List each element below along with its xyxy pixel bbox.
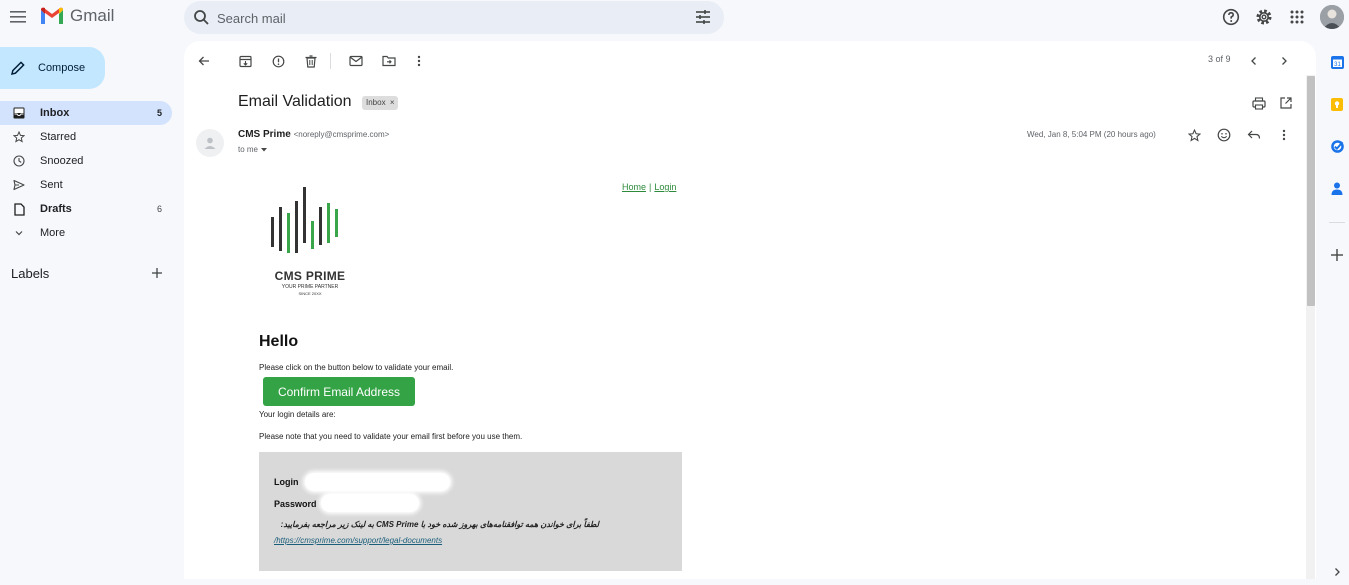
search-icon[interactable]: [193, 9, 210, 26]
pagination-count: 3 of 9: [1208, 54, 1231, 64]
labels-heading: Labels: [11, 266, 50, 281]
login-details-text: Your login details are:: [259, 410, 336, 419]
message-pane: 3 of 9 Email Validation Inbox × CMS Prim…: [184, 41, 1316, 579]
back-arrow-icon[interactable]: [194, 51, 214, 71]
keep-notes-icon[interactable]: [1328, 95, 1346, 113]
delete-trash-icon[interactable]: [301, 51, 321, 71]
expand-panel-chevron-icon[interactable]: [1328, 563, 1346, 581]
logo-wordmark: CMS PRIME: [274, 269, 346, 283]
redacted-login-value: [305, 473, 450, 491]
side-panel-divider: [1329, 222, 1345, 223]
more-options-vertical-icon[interactable]: [409, 51, 429, 71]
account-avatar[interactable]: [1320, 5, 1344, 29]
legal-notice-text: لطفاً برای خواندن همه توافقنامه‌های بهرو…: [280, 520, 599, 529]
email-subject: Email Validation: [238, 93, 352, 110]
compose-label: Compose: [38, 62, 86, 74]
credentials-box: Login Password لطفاً برای خواندن همه توا…: [259, 452, 682, 571]
mark-unread-icon[interactable]: [346, 51, 366, 71]
confirm-email-button[interactable]: Confirm Email Address: [263, 377, 415, 406]
next-chevron-icon[interactable]: [1274, 51, 1294, 71]
nav-item-more[interactable]: More: [0, 221, 172, 245]
nav-item-drafts[interactable]: Drafts 6: [0, 197, 172, 221]
gmail-brand-text: Gmail: [70, 6, 115, 25]
report-spam-icon[interactable]: [268, 51, 288, 71]
nav-item-inbox[interactable]: Inbox 5: [0, 101, 172, 125]
sender-info: CMS Prime <noreply@cmsprime.com>: [238, 129, 389, 140]
nav-label: More: [40, 227, 66, 239]
remove-tag-x-icon[interactable]: ×: [390, 98, 395, 107]
logo-tagline: YOUR PRIME PARTNER: [281, 284, 339, 290]
settings-gear-icon[interactable]: [1252, 5, 1276, 29]
previous-chevron-icon[interactable]: [1244, 51, 1264, 71]
nav-label: Snoozed: [40, 155, 84, 167]
toolbar-divider: [330, 53, 331, 69]
nav-item-sent[interactable]: Sent: [0, 173, 172, 197]
nav-label: Sent: [40, 179, 63, 191]
send-icon: [12, 179, 26, 191]
inbox-icon: [12, 107, 26, 119]
sender-name[interactable]: CMS Prime: [238, 129, 291, 140]
apps-grid-icon[interactable]: [1285, 5, 1309, 29]
nav-label: Inbox: [40, 107, 70, 119]
star-message-icon[interactable]: [1186, 127, 1202, 143]
email-login-link[interactable]: Login: [654, 182, 676, 192]
sender-address: <noreply@cmsprime.com>: [293, 130, 390, 139]
emoji-reaction-icon[interactable]: [1216, 127, 1232, 143]
print-icon[interactable]: [1250, 94, 1268, 112]
email-nav-links: Home | Login: [622, 182, 676, 192]
nav-label: Starred: [40, 131, 77, 143]
nav-item-snoozed[interactable]: Snoozed: [0, 149, 172, 173]
recipient-text: to me: [238, 145, 259, 154]
compose-button[interactable]: Compose: [0, 47, 105, 89]
recipient-details[interactable]: to me: [238, 145, 268, 154]
star-icon: [12, 131, 26, 143]
validation-note-text: Please note that you need to validate yo…: [259, 432, 523, 441]
inbox-label-tag[interactable]: Inbox ×: [362, 96, 399, 110]
logo-since: SINCE 20XX: [298, 291, 322, 296]
nav-count: 5: [156, 108, 162, 118]
search-options-icon[interactable]: [694, 8, 712, 26]
email-home-link[interactable]: Home: [622, 182, 646, 192]
sender-avatar[interactable]: [196, 129, 224, 157]
nav-separator: |: [649, 182, 652, 192]
help-icon[interactable]: [1219, 5, 1243, 29]
reply-arrow-icon[interactable]: [1246, 127, 1262, 143]
email-date: Wed, Jan 8, 5:04 PM (20 hours ago): [1027, 130, 1156, 139]
svg-text:31: 31: [1334, 62, 1341, 68]
move-to-folder-icon[interactable]: [379, 51, 399, 71]
calendar-icon[interactable]: 31: [1328, 53, 1346, 71]
cms-prime-logo: CMS PRIME YOUR PRIME PARTNER SINCE 20XX: [268, 185, 352, 299]
tasks-icon[interactable]: [1328, 137, 1346, 155]
nav-item-starred[interactable]: Starred: [0, 125, 172, 149]
main-menu-icon[interactable]: [7, 5, 31, 29]
contacts-icon[interactable]: [1328, 179, 1346, 197]
redacted-password-value: [321, 494, 419, 512]
add-label-plus-icon[interactable]: [150, 266, 164, 280]
login-label: Login: [274, 477, 299, 487]
gmail-m-icon: [41, 7, 63, 24]
greeting-heading: Hello: [259, 333, 299, 350]
gmail-logo[interactable]: Gmail: [40, 6, 114, 26]
add-addon-plus-icon[interactable]: [1328, 246, 1346, 264]
caret-down-icon[interactable]: [260, 147, 268, 153]
legal-documents-link[interactable]: /https://cmsprime.com/support/legal-docu…: [274, 536, 442, 545]
archive-icon[interactable]: [235, 51, 255, 71]
password-label: Password: [274, 499, 317, 509]
draft-icon: [12, 202, 26, 216]
message-more-vertical-icon[interactable]: [1276, 127, 1292, 143]
nav-label: Drafts: [40, 203, 72, 215]
pencil-icon: [10, 60, 26, 76]
tag-label: Inbox: [366, 98, 386, 107]
clock-icon: [12, 155, 26, 167]
nav-count: 6: [156, 204, 162, 214]
open-in-new-window-icon[interactable]: [1277, 94, 1295, 112]
instruction-text: Please click on the button below to vali…: [259, 363, 454, 372]
scrollbar-thumb[interactable]: [1307, 76, 1315, 306]
search-input[interactable]: Search mail: [217, 11, 286, 26]
chevron-down-icon: [12, 228, 26, 238]
search-bar[interactable]: Search mail: [184, 1, 724, 34]
